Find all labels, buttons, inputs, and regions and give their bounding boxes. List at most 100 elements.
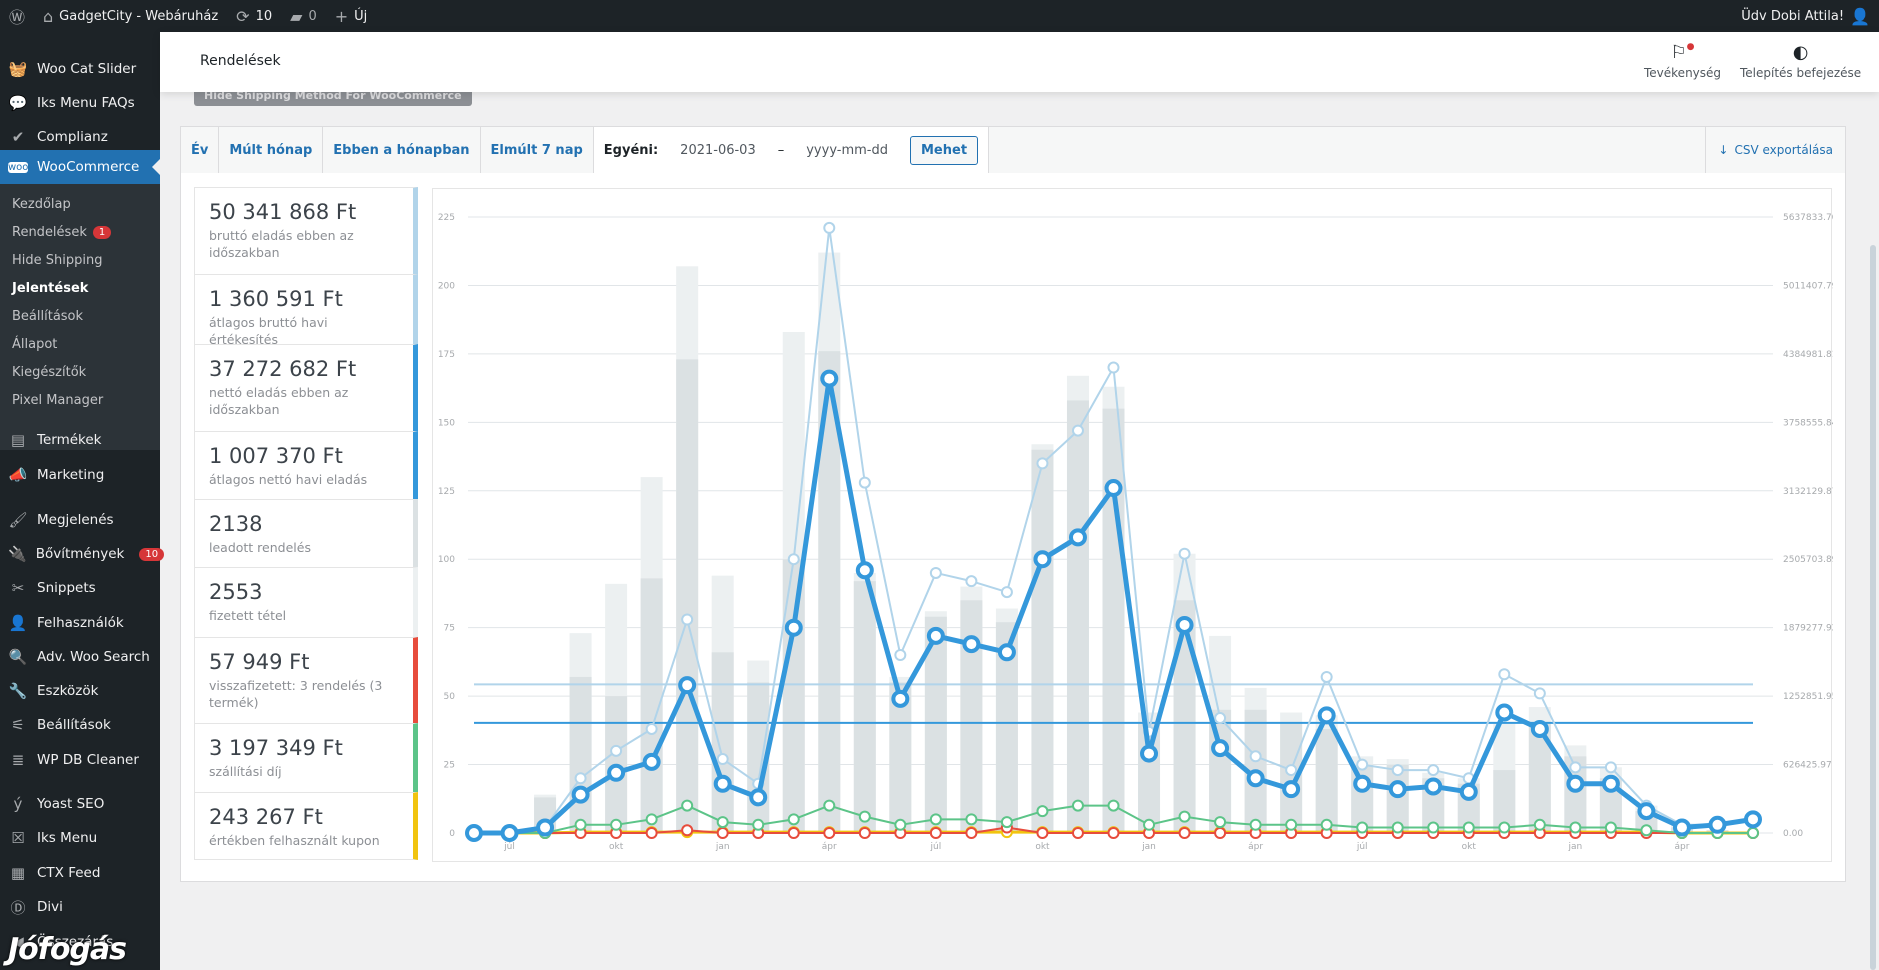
stat-item[interactable]: 2138 leadott rendelés [194, 499, 418, 568]
page-scrollbar[interactable] [1870, 245, 1876, 970]
menu-item[interactable]: 💬 Iks Menu FAQs [0, 86, 160, 120]
stat-value: 2553 [209, 580, 263, 604]
scissors-icon: ✂ [11, 579, 25, 597]
stat-label: átlagos nettó havi eladás [209, 472, 368, 487]
y-left-tick: 200 [438, 281, 455, 291]
finish-setup-button[interactable]: ◐ Telepítés befejezése [1740, 42, 1861, 80]
submenu-item[interactable]: Jelentések [0, 274, 160, 302]
range-year[interactable]: Év [181, 127, 220, 173]
menu-item[interactable]: 📣 Marketing [0, 458, 160, 492]
data-point [1249, 818, 1262, 831]
stat-item[interactable]: 1 360 591 Ft átlagos bruttó havi értékesí… [194, 274, 418, 347]
wordpress-logo-button[interactable]: Ⓦ [0, 0, 34, 32]
stat-item[interactable]: 2553 fizetett tétel [194, 567, 418, 638]
x-tick: jan [715, 842, 730, 852]
download-arrow-icon: ↓ [1718, 143, 1729, 157]
menu-item[interactable]: ☒ Iks Menu [0, 821, 160, 855]
orders-bar [1102, 408, 1125, 833]
menu-label: WP DB Cleaner [37, 752, 139, 768]
account-menu[interactable]: Üdv Dobi Attila! 👤 [1732, 0, 1879, 32]
stat-value: 57 949 Ft [209, 650, 310, 674]
submenu-label: Beállítások [12, 308, 84, 324]
y-right-tick: 1252851.95 [1783, 692, 1833, 702]
go-button[interactable]: Mehet [910, 135, 979, 165]
range-this-month[interactable]: Ebben a hónapban [323, 127, 481, 173]
comments-link[interactable]: ▰ 0 [281, 0, 326, 32]
stat-item[interactable]: 57 949 Ft visszafizetett: 3 rendelés (3 t… [194, 637, 418, 724]
data-point [574, 818, 587, 831]
stat-item[interactable]: 37 272 682 Ft nettó eladás ebben az idősz… [194, 344, 418, 432]
data-point [1140, 744, 1159, 763]
submenu-item[interactable]: Pixel Manager [0, 386, 160, 414]
submenu-item[interactable]: Kezdőlap [0, 190, 160, 218]
menu-item[interactable]: 🖌 Megjelenés [0, 503, 160, 537]
brush-icon: 🖌 [8, 511, 28, 529]
jofogas-watermark: Jófogás [8, 932, 127, 967]
menu-item[interactable]: ▦ CTX Feed [0, 856, 160, 890]
data-point [1107, 361, 1120, 374]
data-point [571, 785, 590, 804]
stat-item[interactable]: 3 197 349 Ft szállítási díj [194, 723, 418, 793]
data-point [1000, 816, 1013, 829]
count-badge: 1 [92, 225, 112, 239]
site-name-link[interactable]: ⌂ GadgetCity - Webáruház [34, 0, 227, 32]
y-left-tick: 25 [444, 761, 455, 771]
data-point [1672, 818, 1691, 837]
data-point [1036, 805, 1049, 818]
menu-item[interactable]: 🔧 Eszközök [0, 674, 160, 708]
menu-item[interactable]: ✂ Snippets [0, 571, 160, 605]
data-point [1747, 827, 1759, 839]
data-point [1178, 827, 1191, 839]
activity-button[interactable]: ⚐● Tevékenység [1644, 42, 1721, 80]
menu-label: Complianz [37, 129, 108, 145]
stat-item[interactable]: 1 007 370 Ft átlagos nettó havi eladás [194, 431, 418, 500]
new-content-link[interactable]: + Új [326, 0, 377, 32]
submenu-item[interactable]: Kiegészítők [0, 358, 160, 386]
user-icon: 👤 [8, 614, 28, 632]
menu-item[interactable]: ⚟ Beállítások [0, 708, 160, 742]
updates-link[interactable]: ⟳ 10 [227, 0, 281, 32]
menu-item[interactable]: ✔ Complianz [0, 120, 160, 154]
date-to-input[interactable]: yyyy-mm-dd [806, 143, 888, 158]
document-icon: ▦ [10, 864, 26, 882]
stat-item[interactable]: 50 341 868 Ft bruttó eladás ebben az idős… [194, 187, 418, 275]
data-point [1214, 712, 1227, 725]
data-point [891, 689, 910, 708]
data-point [642, 752, 661, 771]
y-right-tick: 4384981.81 [1783, 350, 1833, 360]
menu-item[interactable]: Ⓓ Divi [0, 890, 160, 924]
submenu-label: Jelentések [12, 280, 89, 296]
csv-export-button[interactable]: ↓ CSV exportálása [1705, 127, 1845, 173]
new-label: Új [354, 8, 368, 24]
menu-item[interactable]: 👤 Felhasználók [0, 606, 160, 640]
data-point [1569, 821, 1582, 834]
basket-icon: 🧺 [8, 60, 28, 78]
data-point [1107, 827, 1120, 839]
date-from-input[interactable]: 2021-06-03 [680, 143, 756, 158]
submenu-item[interactable]: Állapot [0, 330, 160, 358]
menu-item[interactable]: ý Yoast SEO [0, 787, 160, 821]
menu-item[interactable]: 🧺 Woo Cat Slider [0, 52, 160, 86]
stat-item[interactable]: 243 267 Ft értékben felhasznált kupon [194, 792, 418, 860]
submenu-item[interactable]: Beállítások [0, 302, 160, 330]
submenu-item[interactable]: Hide Shipping [0, 246, 160, 274]
menu-item-woocommerce[interactable]: woo WooCommerce [0, 150, 160, 184]
range-last-month[interactable]: Múlt hónap [219, 127, 324, 173]
menu-item[interactable]: ▤ Termékek [0, 423, 160, 457]
menu-item[interactable]: 🔌 Bővítmények 10 [0, 537, 165, 571]
data-point [645, 827, 658, 839]
data-point [929, 566, 942, 579]
menu-label: Yoast SEO [37, 796, 105, 812]
menu-item[interactable]: ≣ WP DB Cleaner [0, 743, 160, 777]
range-last-7-days[interactable]: Elmúlt 7 nap [481, 127, 594, 173]
orders-bar [711, 652, 734, 833]
data-point [894, 649, 907, 662]
data-point [1533, 818, 1546, 831]
submenu-item[interactable]: Rendelések 1 [0, 218, 160, 246]
data-point [1107, 799, 1120, 812]
menu-item[interactable]: 🔍 Adv. Woo Search [0, 640, 160, 674]
x-tick: ápr [1674, 842, 1689, 852]
data-point [1282, 780, 1301, 799]
plugin-icon: 🔌 [8, 545, 27, 563]
y-right-tick: 5011407.79 [1783, 281, 1833, 291]
